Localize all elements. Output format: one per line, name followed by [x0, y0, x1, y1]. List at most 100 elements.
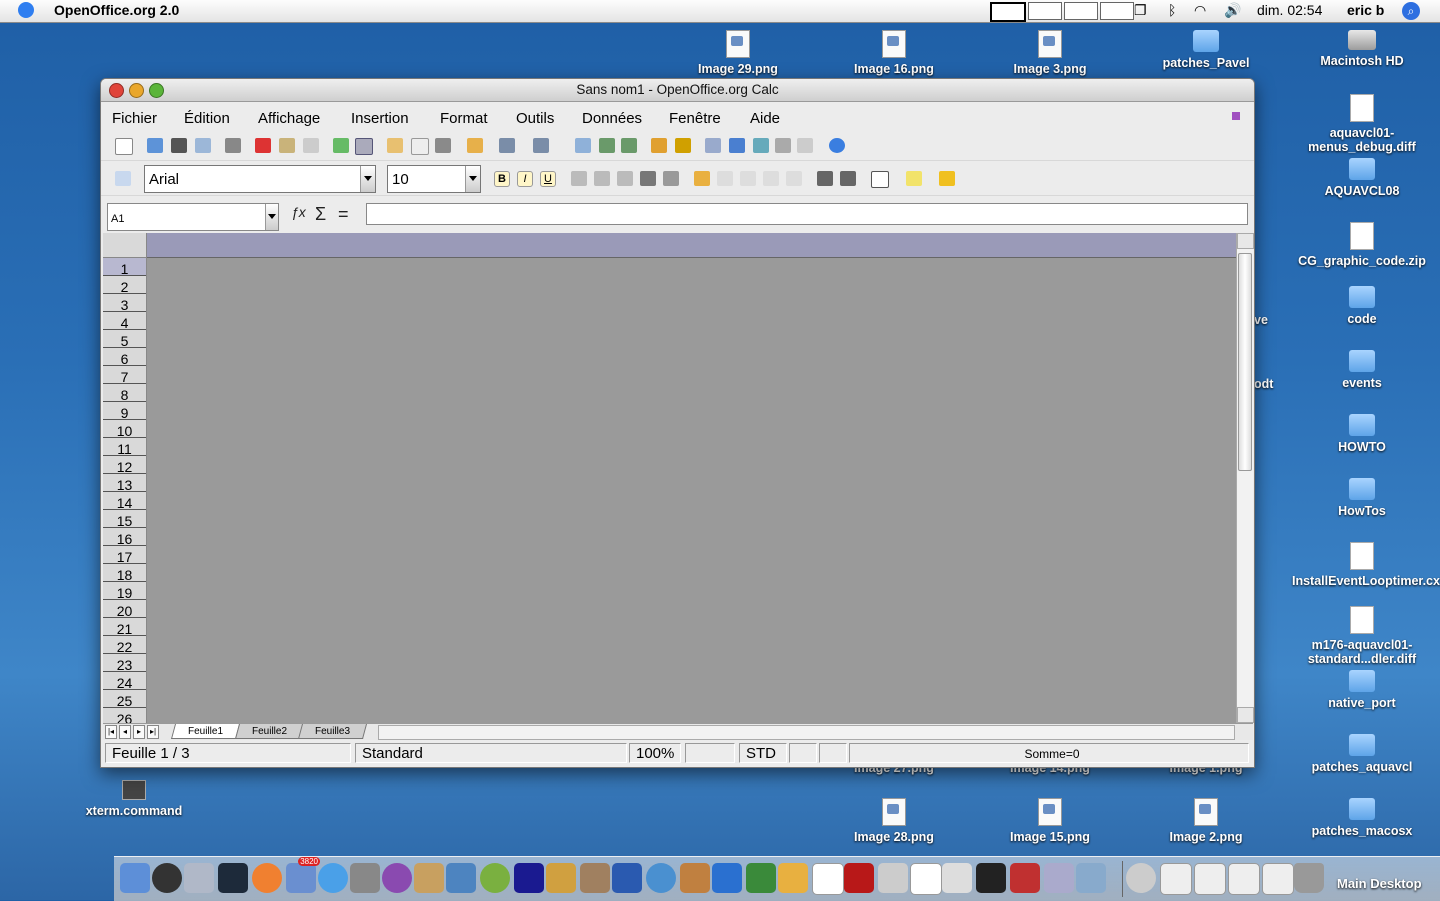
openoffice-icon[interactable] — [446, 863, 476, 893]
format-paintbrush-icon[interactable] — [467, 138, 483, 153]
scroll-down-arrow-icon[interactable] — [1237, 707, 1254, 723]
name-box[interactable]: A1 — [107, 203, 279, 231]
desktop-icon-install-event-looptimer[interactable]: InstallEventLooptimer.cxx — [1292, 542, 1440, 588]
row-header[interactable]: 8 — [103, 384, 146, 403]
desktop-icon-image29[interactable]: Image 29.png — [668, 30, 808, 76]
help-icon[interactable] — [829, 138, 845, 153]
font-color-icon[interactable] — [939, 171, 955, 186]
column-headers[interactable] — [147, 233, 1237, 258]
desktop-icon-code[interactable]: code — [1292, 286, 1432, 326]
blender-icon[interactable] — [252, 863, 282, 893]
menu-aide[interactable]: Aide — [750, 110, 780, 127]
vertical-scroll-thumb[interactable] — [1238, 253, 1252, 471]
font-size-combo[interactable]: 10 — [387, 165, 481, 193]
desktop-icon-m176-diff[interactable]: m176-aquavcl01-standard...dler.diff — [1292, 606, 1432, 666]
row-header[interactable]: 20 — [103, 600, 146, 619]
row-header[interactable]: 25 — [103, 690, 146, 709]
ichat-icon[interactable] — [382, 863, 412, 893]
bluetooth-icon[interactable]: ᛒ — [1168, 2, 1176, 18]
row-header[interactable]: 9 — [103, 402, 146, 421]
aqua-icon[interactable] — [1126, 863, 1156, 893]
row-header[interactable]: 10 — [103, 420, 146, 439]
app-menu-title[interactable]: OpenOffice.org 2.0 — [54, 2, 179, 18]
itunes-icon[interactable] — [480, 863, 510, 893]
trash-icon[interactable] — [1294, 863, 1324, 893]
export-pdf-icon[interactable] — [255, 138, 271, 153]
sheet-tab-feuille1[interactable]: Feuille1 — [170, 724, 241, 739]
system-preferences-icon[interactable] — [878, 863, 908, 893]
status-page-style[interactable]: Standard — [355, 743, 627, 763]
desktop-icon-cg-zip[interactable]: CG_graphic_code.zip — [1292, 222, 1432, 268]
scroll-up-arrow-icon[interactable] — [1237, 233, 1254, 249]
menu-insertion[interactable]: Insertion — [351, 110, 409, 127]
row-header[interactable]: 15 — [103, 510, 146, 529]
first-sheet-icon[interactable]: |◂ — [105, 725, 117, 739]
insert-chart-icon[interactable] — [651, 138, 667, 153]
display-mirror-icon[interactable]: ❐ — [1134, 2, 1147, 19]
desktop-icon-partial-ve[interactable]: ve — [1254, 313, 1274, 327]
status-zoom[interactable]: 100% — [629, 743, 681, 763]
menu-fenetre[interactable]: Fenêtre — [669, 110, 721, 127]
menu-donnees[interactable]: Données — [582, 110, 642, 127]
chevron-down-icon[interactable] — [360, 166, 375, 192]
formula-input[interactable] — [366, 203, 1248, 225]
chevron-down-icon[interactable] — [465, 166, 480, 192]
row-header[interactable]: 6 — [103, 348, 146, 367]
row-header[interactable]: 12 — [103, 456, 146, 475]
network-icon[interactable] — [646, 863, 676, 893]
sort-ascending-icon[interactable] — [599, 138, 615, 153]
function-icon[interactable]: = — [338, 204, 349, 225]
function-wizard-icon[interactable]: ƒx — [291, 204, 306, 220]
quicktime-icon[interactable] — [514, 863, 544, 893]
minimized-window-2[interactable] — [1194, 863, 1226, 895]
next-sheet-icon[interactable]: ▸ — [133, 725, 145, 739]
spellcheck-icon[interactable] — [333, 138, 349, 153]
space-1[interactable] — [990, 2, 1026, 22]
desktop-icon-partial-odt[interactable]: odt — [1254, 377, 1284, 391]
desktop-icon-patches-pavel[interactable]: patches_Pavel — [1136, 30, 1276, 70]
close-document-icon[interactable] — [1232, 112, 1240, 120]
desktop-icon-menus-debug-diff[interactable]: aquavcl01-menus_debug.diff — [1292, 94, 1432, 154]
apple-menu-icon[interactable] — [18, 2, 34, 18]
desktop-icon-howto[interactable]: HOWTO — [1292, 414, 1432, 454]
last-sheet-icon[interactable]: ▸| — [147, 725, 159, 739]
font-name-combo[interactable]: Arial — [144, 165, 376, 193]
row-header[interactable]: 18 — [103, 564, 146, 583]
justify-icon[interactable] — [640, 171, 656, 186]
menubar-user[interactable]: eric b — [1347, 2, 1384, 18]
autospellcheck-icon[interactable] — [355, 138, 373, 155]
prev-sheet-icon[interactable]: ◂ — [119, 725, 131, 739]
row-header[interactable]: 14 — [103, 492, 146, 511]
spotlight-icon[interactable]: ⌕ — [1402, 2, 1420, 20]
desktop-icon-howtos[interactable]: HowTos — [1292, 478, 1432, 518]
currency-format-icon[interactable] — [694, 171, 710, 186]
sheet-tab-feuille3[interactable]: Feuille3 — [297, 724, 368, 739]
row-header[interactable]: 19 — [103, 582, 146, 601]
decrease-indent-icon[interactable] — [817, 171, 833, 186]
gimp-icon[interactable] — [414, 863, 444, 893]
minimized-window-4[interactable] — [1262, 863, 1294, 895]
desktop-icon-patches-macosx[interactable]: patches_macosx — [1292, 798, 1432, 838]
spreadsheet-grid[interactable]: 1 2 3 4 5 6 7 8 9 10 11 12 13 14 15 16 17 18 19 20 21 22 23 24 2… — [103, 233, 1254, 723]
increase-indent-icon[interactable] — [840, 171, 856, 186]
mail-icon[interactable]: 3820 — [286, 857, 320, 893]
show-draw-functions-icon[interactable] — [675, 138, 691, 153]
finder-icon[interactable] — [120, 863, 150, 893]
desktop-icon-image15[interactable]: Image 15.png — [980, 798, 1120, 844]
edit-file-icon[interactable] — [225, 138, 241, 153]
xcode-icon[interactable] — [184, 863, 214, 893]
row-header[interactable]: 1 — [103, 258, 146, 277]
styles-formatting-icon[interactable] — [115, 171, 131, 186]
status-sum[interactable]: Somme=0 — [849, 743, 1249, 763]
terminal-icon[interactable] — [976, 863, 1006, 893]
x-icon[interactable] — [910, 863, 942, 895]
app-icon-2[interactable] — [746, 863, 776, 893]
undo-icon[interactable] — [499, 138, 515, 153]
desktop-icon-image16[interactable]: Image 16.png — [824, 30, 964, 76]
desktop-icon-image3[interactable]: Image 3.png — [980, 30, 1120, 76]
app-icon-1[interactable] — [580, 863, 610, 893]
row-header[interactable]: 2 — [103, 276, 146, 295]
find-replace-icon[interactable] — [705, 138, 721, 153]
new-icon[interactable] — [115, 138, 133, 155]
row-header[interactable]: 26 — [103, 708, 146, 723]
